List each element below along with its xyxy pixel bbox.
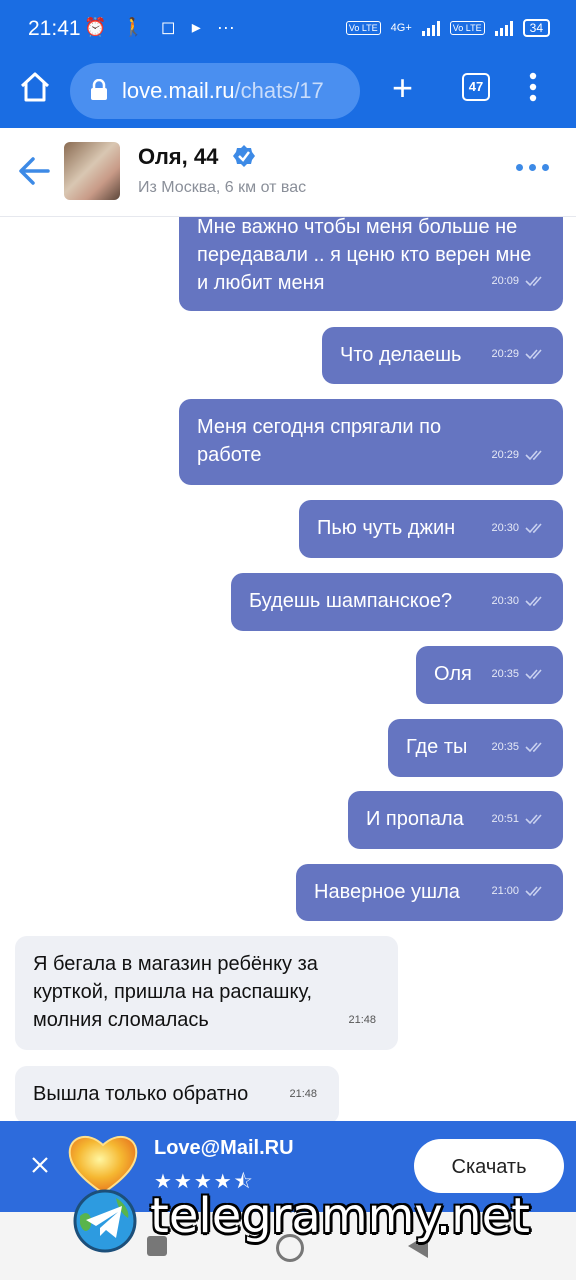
volte-icon-2: Vo LTE [449,21,485,35]
message-meta: 20:51 [491,805,545,833]
lock-icon [91,79,107,100]
message-text: Я бегала в магазин ребёнку за курткой, п… [33,953,318,1031]
volte-icon: Vo LTE [345,21,381,35]
message-bubble: Пью чуть джин 20:30 [299,500,563,558]
double-check-icon [525,349,542,360]
message-bubble-incoming: Я бегала в магазин ребёнку за курткой, п… [15,936,398,1050]
double-check-icon [525,742,542,753]
app-name: Love@Mail.RU [154,1137,294,1159]
message-time: 20:29 [491,348,519,360]
signal-icon-2 [494,20,513,36]
dot-icon [529,164,536,171]
message-time: 21:00 [491,885,519,897]
message-bubble: Будешь шампанское? 20:30 [231,573,563,631]
message-text: Меня сегодня спрягали по работе [197,416,442,466]
dot-icon [516,164,523,171]
tabs-button[interactable]: 47 [462,73,490,101]
message-text: Вышла только обратно [33,1083,249,1105]
status-time: 21:41 [28,17,81,40]
message-time: 20:51 [491,813,519,825]
address-bar[interactable]: love.mail.ru/chats/17 [70,63,360,119]
url-path: /chats/17 [234,78,324,103]
status-bar: 21:41 ⏰ 🚶 ◻ ▸ ··· Vo LTE 4G+ Vo LTE 34 [0,0,576,60]
message-bubble: И пропала 20:51 [348,791,563,849]
message-time: 20:09 [491,275,519,287]
message-bubble-incoming: Вышла только обратно 21:48 [15,1066,339,1121]
message-time: 20:35 [491,668,519,680]
message-time: 21:48 [289,1088,317,1100]
watermark: telegrammy.net [72,1184,572,1260]
message-bubble: Оля 20:35 [416,646,563,704]
plus-icon: + [392,67,414,108]
message-bubble: Наверное ушла 21:00 [296,864,563,921]
instagram-icon: ◻ [160,17,176,37]
browser-menu-button[interactable] [528,72,538,107]
message-time: 20:30 [491,595,519,607]
double-check-icon [525,886,542,897]
browser-toolbar: love.mail.ru/chats/17 + 47 [0,60,576,128]
message-text: Мне важно чтобы меня больше не передавал… [197,217,532,294]
battery-icon: 34 [522,19,550,37]
vertical-dots-icon [529,72,537,102]
watermark-text: telegrammy.net [150,1188,530,1244]
contact-avatar[interactable] [64,142,120,200]
signal-icon [421,20,440,36]
walking-icon: 🚶 [122,17,145,37]
play-icon: ▸ [191,17,201,37]
contact-name[interactable]: Оля, 44 [138,144,218,170]
close-icon[interactable] [30,1155,50,1175]
url-host: love.mail.ru [122,78,235,103]
message-meta: 21:48 [348,1006,376,1034]
message-bubble: Где ты 20:35 [388,719,563,777]
verified-badge-icon [233,145,255,167]
double-check-icon [525,276,542,287]
message-meta: 20:30 [491,514,545,542]
contact-location: Из Москва, 6 км от вас [138,179,307,196]
message-meta: 20:29 [491,340,545,368]
dot-icon [542,164,549,171]
network-4g-label: 4G+ [390,22,412,34]
message-bubble: Мне важно чтобы меня больше не передавал… [179,217,563,311]
double-check-icon [525,669,542,680]
home-button[interactable] [18,70,52,109]
message-meta: 21:00 [491,877,545,905]
chat-options-button[interactable] [516,164,549,171]
message-time: 21:48 [348,1014,376,1026]
url-text: love.mail.ru/chats/17 [122,78,324,104]
alarm-icon: ⏰ [84,17,107,37]
message-meta: 21:48 [289,1080,317,1108]
message-bubble: Меня сегодня спрягали по работе 20:29 [179,399,563,485]
double-check-icon [525,814,542,825]
status-icons-right: Vo LTE 4G+ Vo LTE 34 [345,19,550,37]
message-meta: 20:09 [491,267,545,295]
message-meta: 20:35 [491,660,545,688]
arrow-left-icon [19,157,50,185]
message-time: 20:35 [491,741,519,753]
message-time: 20:29 [491,449,519,461]
more-notifications-icon: ··· [216,17,235,37]
message-list[interactable]: Мне важно чтобы меня больше не передавал… [0,217,576,1121]
status-icons-left: ⏰ 🚶 ◻ ▸ ··· [84,17,235,38]
message-bubble: Что делаешь 20:29 [322,327,563,384]
message-meta: 20:30 [491,587,545,615]
message-meta: 20:29 [491,441,545,469]
double-check-icon [525,596,542,607]
message-meta: 20:35 [491,733,545,761]
double-check-icon [525,450,542,461]
home-icon [20,72,50,102]
double-check-icon [525,523,542,534]
message-time: 20:30 [491,522,519,534]
back-button[interactable] [18,156,50,191]
telegram-globe-icon [73,1189,137,1253]
chat-header: Оля, 44 Из Москва, 6 км от вас [0,128,576,217]
new-tab-button[interactable]: + [392,70,413,106]
